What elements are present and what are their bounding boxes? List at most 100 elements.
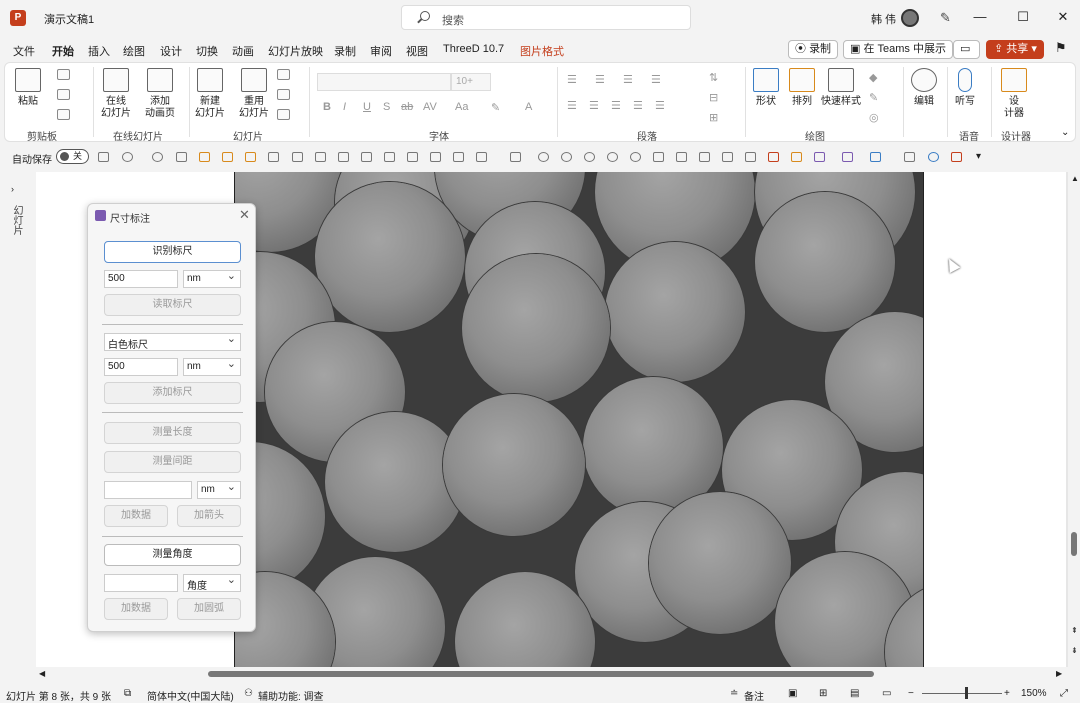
designer-button[interactable]: 设 计器 [1001,68,1027,120]
align-objects-icon[interactable] [176,152,187,162]
vertical-scrollbar[interactable]: ▲ ⇞ ⇟ [1068,172,1080,667]
tab-view[interactable]: 视图 [406,43,428,59]
reading-view-icon[interactable]: ▤ [850,688,859,699]
measure-value-input[interactable] [104,481,192,499]
layout-icon[interactable] [277,69,290,80]
notes-button[interactable]: 备注 [744,688,764,703]
underline-button[interactable]: U [363,101,371,113]
tab-file[interactable]: 文件 [13,43,35,59]
measure-spacing-button[interactable]: 测量间距 [104,451,241,473]
strikethrough-button[interactable]: ab [401,101,413,113]
accessibility-status[interactable]: 辅助功能: 调查 [258,688,324,703]
bold-button[interactable]: B [323,101,331,113]
align-left-icon[interactable]: ☰ [567,99,577,112]
zoom-slider-thumb[interactable] [965,687,968,699]
save-icon[interactable] [98,152,109,162]
group-icon[interactable] [199,152,210,162]
record-button[interactable]: ⦿ 录制 [788,40,839,59]
scale-style-select[interactable]: 白色标尺 [104,332,241,351]
plugin-tools-icon[interactable] [842,152,853,162]
plugin-extra-icon[interactable] [870,152,881,162]
columns-icon[interactable]: ☰ [655,99,665,112]
language-indicator[interactable]: 简体中文(中国大陆) [147,688,234,703]
slide-count[interactable]: 幻灯片 第 8 张，共 9 张 [6,688,111,703]
smartart-icon[interactable]: ⊞ [709,111,718,124]
same-height-icon[interactable] [430,152,441,162]
search-box[interactable]: 搜索 [401,5,691,30]
scroll-page-up-icon[interactable]: ⇞ [1071,626,1078,635]
add-data-button[interactable]: 加数据 [104,505,168,527]
minimize-button[interactable]: — [968,6,992,28]
rotate-icon[interactable] [476,152,487,162]
angle-unit-select[interactable]: 角度 [183,573,241,592]
zoom-out-icon[interactable]: − [908,688,914,699]
teams-present-button[interactable]: ▣ 在 Teams 中展示 [843,40,953,59]
merge-union-icon[interactable] [538,152,549,162]
pen-icon[interactable]: ✎ [940,10,951,26]
align-right-obj-icon[interactable] [315,152,326,162]
sem-microsphere-image[interactable] [234,172,924,667]
horizontal-scroll-thumb[interactable] [208,671,874,677]
cut-icon[interactable] [57,69,70,80]
scroll-right-icon[interactable]: ▶ [1056,669,1062,678]
add-scale-value-input[interactable]: 500 [104,358,178,376]
add-scale-button[interactable]: 添加标尺 [104,382,241,404]
add-angle-data-button[interactable]: 加数据 [104,598,168,620]
avatar[interactable] [901,9,919,27]
decrease-indent-icon[interactable]: ☰ [623,73,633,86]
font-family-select[interactable] [317,73,451,91]
tab-animations[interactable]: 动画 [232,43,254,59]
vertical-scroll-thumb[interactable] [1071,532,1077,556]
text-direction-icon[interactable]: ⇅ [709,71,718,84]
italic-button[interactable]: I [343,101,346,113]
add-arrow-button[interactable]: 加箭头 [177,505,241,527]
note-icon[interactable] [904,152,915,162]
distribute-icon[interactable] [268,152,279,162]
slideshow-icon[interactable]: ▭ [882,688,891,699]
zoom-slider[interactable] [922,693,1002,694]
share-button[interactable]: ⇪ 共享 ▾ [986,40,1044,59]
spellcheck-icon[interactable]: ⧉ [124,688,131,699]
align-text-icon[interactable]: ⊟ [709,91,718,104]
maximize-button[interactable]: ☐ [1011,6,1035,28]
add-scale-unit-select[interactable]: nm [183,357,241,376]
change-case-button[interactable]: Aa [455,101,468,113]
expand-rail-icon[interactable]: › [11,184,14,194]
undo-icon[interactable] [122,152,133,162]
slide-sorter-icon[interactable]: ⊞ [819,688,827,699]
scale-value-input[interactable]: 500 [104,270,178,288]
align-top-obj-icon[interactable] [338,152,349,162]
online-slides-button[interactable]: 在线 幻灯片 [101,68,131,120]
tab-slideshow[interactable]: 幻灯片放映 [268,43,323,59]
thumbnail-rail[interactable]: › [0,172,30,667]
merge-subtract-icon[interactable] [630,152,641,162]
measure-angle-button[interactable]: 测量角度 [104,544,241,566]
font-color-icon[interactable]: A [525,101,532,113]
align-center-icon[interactable]: ☰ [589,99,599,112]
measure-unit-select[interactable]: nm [197,480,241,499]
close-button[interactable]: ✕ [1051,6,1075,28]
normal-view-icon[interactable]: ▣ [788,688,797,699]
align-middle-obj-icon[interactable] [361,152,372,162]
user-name[interactable]: 韩 伟 [871,11,896,27]
plugin-icon[interactable] [814,152,825,162]
new-slide-button[interactable]: 新建 幻灯片 [195,68,225,120]
dictate-button[interactable]: 听写 [955,68,975,108]
shape-fill-icon[interactable]: ◆ [869,71,877,84]
tab-design[interactable]: 设计 [160,43,182,59]
flip-icon[interactable] [510,152,521,162]
triangle-icon[interactable] [699,152,710,162]
flag-icon[interactable]: ⚑ [1055,40,1067,56]
zoom-level[interactable]: 150% [1021,688,1047,699]
paste-button[interactable]: 粘贴 [15,68,41,108]
measure-length-button[interactable]: 测量长度 [104,422,241,444]
curve-icon[interactable] [676,152,687,162]
web-icon[interactable] [928,152,939,162]
tab-record[interactable]: 录制 [334,43,356,59]
accessibility-icon[interactable]: ⚇ [244,688,253,699]
tab-review[interactable]: 审阅 [370,43,392,59]
scale-unit-select[interactable]: nm [183,269,241,288]
copy-icon[interactable] [57,89,70,100]
redo-icon[interactable] [152,152,163,162]
tab-threed[interactable]: ThreeD 10.7 [443,43,504,55]
